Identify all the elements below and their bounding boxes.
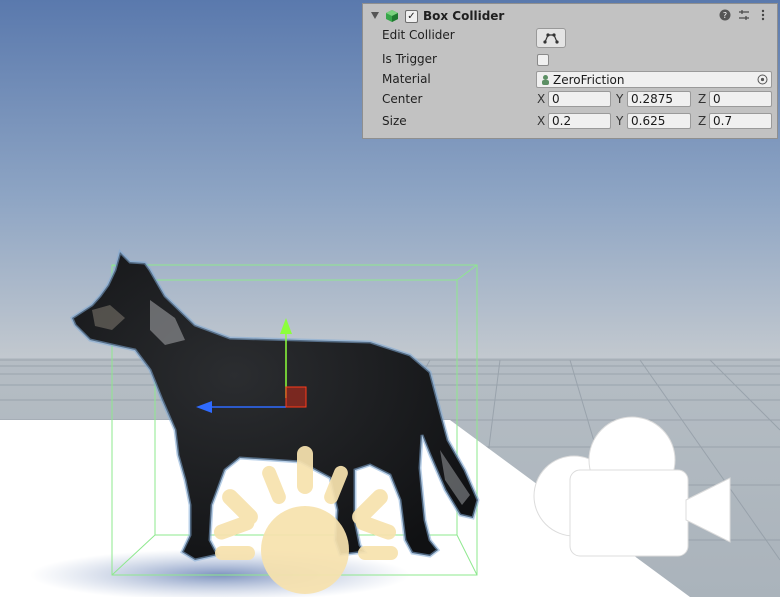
size-x-field[interactable]: 0.2 xyxy=(548,113,611,129)
size-y-label: Y xyxy=(616,114,624,128)
object-picker-icon[interactable] xyxy=(757,74,768,85)
center-y-label: Y xyxy=(616,92,624,106)
size-y-field[interactable]: 0.625 xyxy=(627,113,691,129)
edit-collider-label: Edit Collider xyxy=(382,28,455,42)
material-field[interactable]: ZeroFriction xyxy=(536,71,772,88)
material-value: ZeroFriction xyxy=(553,73,625,87)
kebab-menu-icon[interactable] xyxy=(756,9,770,23)
center-label: Center xyxy=(382,92,423,106)
size-label: Size xyxy=(382,114,407,128)
size-z-label: Z xyxy=(698,114,707,128)
edit-collider-icon xyxy=(543,33,559,44)
physic-material-icon xyxy=(542,75,549,85)
component-header[interactable]: ✓ Box Collider ? xyxy=(363,4,777,28)
box-collider-icon xyxy=(386,10,398,22)
is-trigger-label: Is Trigger xyxy=(382,52,437,66)
size-x-label: X xyxy=(537,114,546,128)
foldout-arrow-icon[interactable] xyxy=(371,12,379,19)
center-z-label: Z xyxy=(698,92,707,106)
presets-icon[interactable] xyxy=(737,9,751,23)
center-x-field[interactable]: 0 xyxy=(548,91,611,107)
help-icon[interactable]: ? xyxy=(718,9,732,23)
box-collider-inspector: ✓ Box Collider ? Edit Collider Is Trigge… xyxy=(362,3,778,139)
is-trigger-checkbox[interactable] xyxy=(537,54,549,66)
component-enabled-checkbox[interactable]: ✓ xyxy=(405,10,418,23)
component-title: Box Collider xyxy=(423,9,505,23)
svg-text:?: ? xyxy=(723,11,727,20)
edit-collider-button[interactable] xyxy=(536,28,566,48)
center-z-field[interactable]: 0 xyxy=(709,91,772,107)
center-x-label: X xyxy=(537,92,546,106)
size-z-field[interactable]: 0.7 xyxy=(709,113,772,129)
material-label: Material xyxy=(382,72,431,86)
center-y-field[interactable]: 0.2875 xyxy=(627,91,691,107)
